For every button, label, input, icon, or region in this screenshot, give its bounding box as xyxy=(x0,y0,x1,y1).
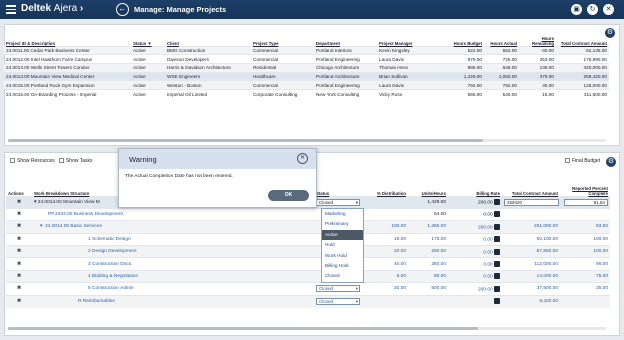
dropdown-option[interactable]: Work Hold xyxy=(322,251,363,261)
col-header[interactable]: Units/Hours xyxy=(408,175,448,196)
lock-icon[interactable] xyxy=(494,261,500,268)
save-icon[interactable]: ▣ xyxy=(571,4,582,15)
menu-icon[interactable] xyxy=(6,5,16,14)
table-row[interactable]: ✖ PP.2404.00 Business Development 64.00 … xyxy=(6,207,610,221)
scrollbar-thumb[interactable] xyxy=(8,327,478,330)
dropdown-option[interactable]: Closed xyxy=(322,271,363,281)
col-header[interactable]: Status ▼ xyxy=(131,28,165,46)
table-row-selected[interactable]: 24.0014.00 Mountain View Medical Center A… xyxy=(4,71,609,81)
tools-icon[interactable]: ✖ xyxy=(6,269,32,283)
lock-icon[interactable] xyxy=(494,223,500,230)
tools-icon[interactable]: ✖ xyxy=(6,232,32,246)
refresh-icon[interactable]: ↻ xyxy=(587,4,598,15)
tools-icon[interactable]: ✖ xyxy=(6,195,32,209)
status-dropdown-list: Marketing Preliminary Active Hold Work H… xyxy=(321,208,364,283)
col-header[interactable]: Client xyxy=(165,28,251,46)
table-row[interactable]: ✖ 5 Construction Admin Closed 20.00 500.… xyxy=(6,282,610,296)
table-row[interactable]: ✖ 3 Construction Docs 40.00 350.00 0.00 … xyxy=(6,257,610,271)
col-header[interactable]: Hours Budget xyxy=(439,28,484,46)
lock-icon[interactable] xyxy=(494,273,500,280)
dropdown-option[interactable]: Hold xyxy=(322,240,363,250)
table-row[interactable]: 24.0012.00 Intel Hawthorn Farm Campus Act… xyxy=(4,54,609,64)
ok-button[interactable]: OK xyxy=(268,190,309,201)
table-row[interactable]: 24.0015.00 Portland Rock Gym Expansion Ac… xyxy=(4,80,609,90)
close-icon[interactable]: ✕ xyxy=(603,4,614,15)
table-row[interactable]: 24.0011.00 Cedar Park Business Center Act… xyxy=(4,45,609,55)
dropdown-option-selected[interactable]: Active xyxy=(322,229,363,241)
table-row[interactable]: ✖ R Reimbursables Closed 8,420.00 xyxy=(6,294,610,308)
tools-icon[interactable]: ✖ xyxy=(6,220,32,234)
top-bar: Deltek Ajera › ← Manage: Manage Projects… xyxy=(0,0,624,19)
dialog-header: Warning ✕ xyxy=(119,149,316,169)
col-header[interactable]: Project Type xyxy=(251,28,314,46)
tools-icon[interactable]: ✖ xyxy=(6,207,32,221)
dialog-message: The Actual Completion Date has not been … xyxy=(125,174,233,179)
contract-amount-input[interactable]: 259420 xyxy=(504,198,559,206)
lock-icon[interactable] xyxy=(494,285,500,292)
col-header[interactable]: Department xyxy=(314,28,377,46)
horizontal-scrollbar[interactable] xyxy=(8,139,606,142)
horizontal-scrollbar[interactable] xyxy=(8,327,606,330)
tools-icon[interactable]: ✖ xyxy=(6,294,32,308)
dropdown-option[interactable]: Billing Hold xyxy=(322,261,363,271)
filter-icon[interactable]: ▼ xyxy=(147,41,151,46)
col-header[interactable]: % Distribution xyxy=(374,175,408,196)
projects-table: Project ID & Description Status ▼ Client… xyxy=(4,28,609,99)
col-header[interactable]: Total Contract Amount xyxy=(502,175,560,196)
table-row[interactable]: ✖ 2 Design Development 20.00 260.00 0.00… xyxy=(6,245,610,258)
show-resources-checkbox[interactable] xyxy=(10,158,15,164)
warning-dialog: Warning ✕ The Actual Completion Date has… xyxy=(118,148,317,208)
dropdown-option[interactable]: Preliminary xyxy=(322,219,363,229)
table-row[interactable]: ✖ 4 Bidding & Negotiation 5.00 80.00 0.0… xyxy=(6,269,610,283)
show-tasks-checkbox[interactable] xyxy=(58,158,64,164)
col-header[interactable]: Reported Percent Complete xyxy=(560,175,610,196)
dropdown-option[interactable]: Marketing xyxy=(322,209,363,219)
close-icon[interactable]: ✕ xyxy=(297,153,308,164)
col-header[interactable]: Status xyxy=(314,175,374,196)
app-logo: Deltek Ajera › xyxy=(21,3,84,14)
col-header: Actions xyxy=(8,190,24,196)
gear-icon[interactable]: ⚙ xyxy=(606,157,616,167)
percent-complete-input[interactable]: 81.84 xyxy=(564,198,608,206)
col-header[interactable]: Project Manager xyxy=(377,28,439,46)
status-select[interactable]: Closed xyxy=(316,285,360,293)
final-budget-checkbox[interactable] xyxy=(565,158,570,164)
lock-icon[interactable] xyxy=(494,298,500,305)
tools-icon[interactable]: ✖ xyxy=(6,245,32,258)
tools-icon[interactable]: ✖ xyxy=(6,257,32,271)
col-header[interactable]: Project ID & Description xyxy=(4,28,131,46)
table-row[interactable]: 24.0013.00 Wells Street Towers Condos Act… xyxy=(4,62,609,73)
wbs-toolbar: Show Resources Show Tasks xyxy=(10,158,93,164)
dialog-title: Warning xyxy=(129,155,157,164)
lock-icon[interactable] xyxy=(494,199,500,206)
col-header[interactable]: Total Contract Amount xyxy=(556,28,609,46)
lock-icon[interactable] xyxy=(494,211,500,218)
final-budget-toggle[interactable]: Final Budget xyxy=(565,158,600,164)
col-header[interactable]: Hours Remaining xyxy=(519,28,556,46)
scrollbar-thumb[interactable] xyxy=(8,139,483,142)
status-select[interactable]: Closed xyxy=(316,198,360,206)
back-arrow-icon[interactable]: ← xyxy=(116,3,129,16)
lock-icon[interactable] xyxy=(494,248,500,255)
col-header[interactable]: Hours Actual xyxy=(484,28,519,46)
lock-icon[interactable] xyxy=(494,236,500,243)
page-title: Manage: Manage Projects xyxy=(134,5,227,14)
table-row[interactable]: ✖ 1 Schematic Design 15.00 175.00 0.00 5… xyxy=(6,232,610,246)
col-header[interactable]: Billing Rate xyxy=(448,175,502,196)
status-select[interactable]: Closed xyxy=(316,298,360,306)
table-row[interactable]: 24.0016.00 On-Boarding Process - Imperia… xyxy=(4,88,609,99)
tools-icon[interactable]: ✖ xyxy=(6,282,32,296)
table-row[interactable]: ✖ ▾ 24.0014.00 Basic Services 100.00 1,3… xyxy=(6,220,610,234)
